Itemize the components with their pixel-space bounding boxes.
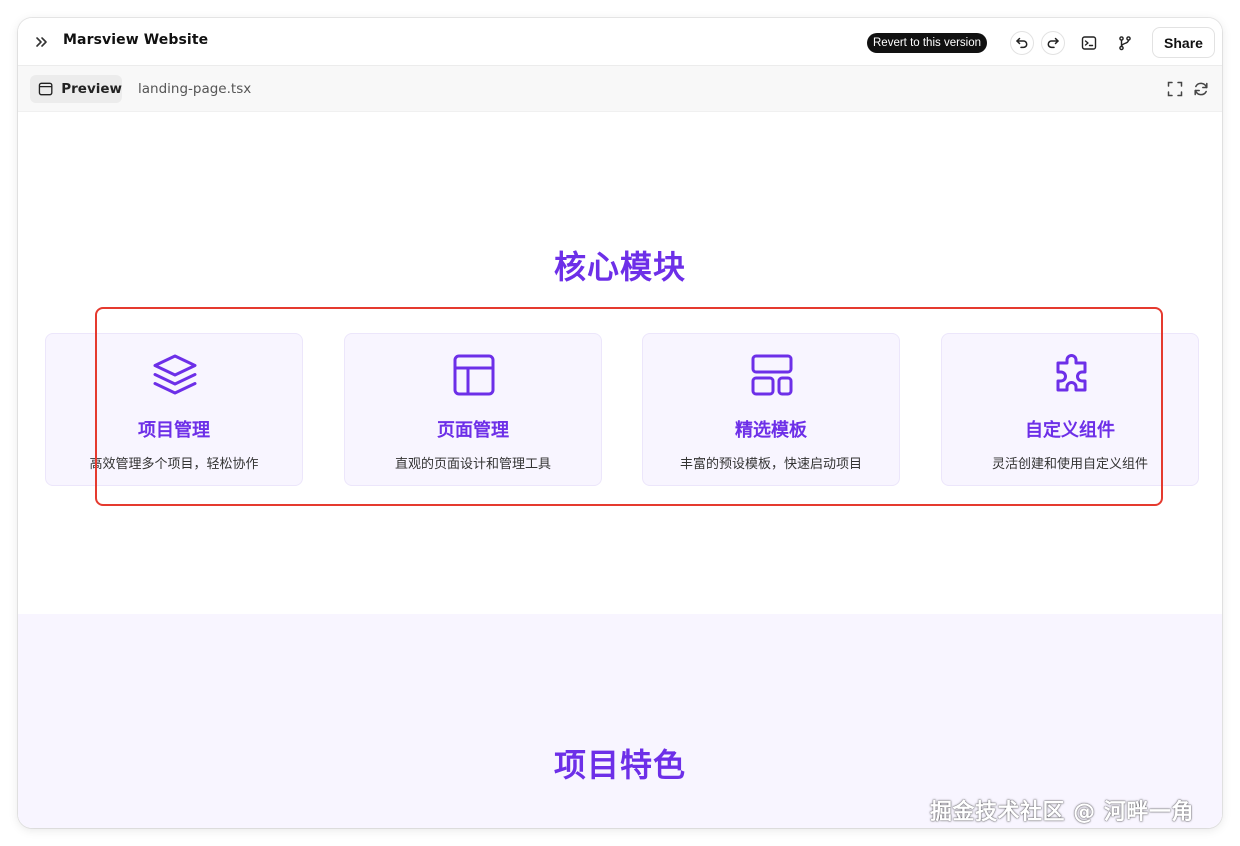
card-title: 页面管理 — [437, 420, 509, 441]
undo-icon — [1016, 37, 1028, 49]
features-title: 项目特色 — [553, 746, 686, 784]
top-bar: Marsview Website Revert to this version … — [18, 18, 1222, 66]
puzzle-icon — [1056, 354, 1087, 392]
redo-icon — [1047, 37, 1059, 49]
watermark: 掘金技术社区 @ 河畔一角 — [930, 800, 1194, 825]
layout-icon — [453, 354, 495, 396]
card-description: 高效管理多个项目，轻松协作 — [89, 457, 259, 472]
preview-tab-bar: Preview landing-page.tsx — [18, 66, 1222, 112]
git-branch-icon[interactable] — [1116, 34, 1134, 52]
refresh-icon[interactable] — [1193, 81, 1209, 97]
card-project-management[interactable]: 项目管理 高效管理多个项目，轻松协作 — [45, 333, 303, 486]
layers-icon — [153, 354, 197, 395]
card-description: 丰富的预设模板，快速启动项目 — [679, 457, 862, 472]
tab-preview[interactable]: Preview — [30, 75, 122, 103]
terminal-icon[interactable] — [1080, 34, 1098, 52]
core-modules-title: 核心模块 — [553, 248, 686, 286]
share-button[interactable]: Share — [1152, 27, 1215, 58]
core-modules-section: 核心模块 项目管理 高效管理多个项目，轻松协作 页面管理 直观的页面设计和管理工… — [18, 112, 1222, 614]
tab-file[interactable]: landing-page.tsx — [138, 81, 251, 97]
revert-version-button[interactable]: Revert to this version — [867, 33, 988, 53]
app-window: Marsview Website Revert to this version … — [18, 18, 1222, 828]
expand-sidebar-icon[interactable] — [34, 34, 50, 50]
browser-window-icon — [38, 82, 53, 96]
card-description: 直观的页面设计和管理工具 — [394, 457, 551, 472]
preview-content: 核心模块 项目管理 高效管理多个项目，轻松协作 页面管理 直观的页面设计和管理工… — [18, 112, 1222, 828]
fullscreen-icon[interactable] — [1167, 81, 1183, 97]
template-icon — [751, 354, 793, 396]
card-description: 灵活创建和使用自定义组件 — [991, 457, 1148, 472]
card-custom-components[interactable]: 自定义组件 灵活创建和使用自定义组件 — [941, 333, 1199, 486]
tab-preview-label: Preview — [61, 81, 122, 97]
card-title: 自定义组件 — [1025, 420, 1115, 441]
card-templates[interactable]: 精选模板 丰富的预设模板，快速启动项目 — [642, 333, 900, 486]
redo-button[interactable] — [1041, 31, 1065, 55]
app-title: Marsview Website — [63, 32, 209, 48]
card-title: 项目管理 — [138, 420, 210, 441]
card-page-management[interactable]: 页面管理 直观的页面设计和管理工具 — [344, 333, 602, 486]
undo-button[interactable] — [1010, 31, 1034, 55]
card-title: 精选模板 — [735, 420, 807, 441]
